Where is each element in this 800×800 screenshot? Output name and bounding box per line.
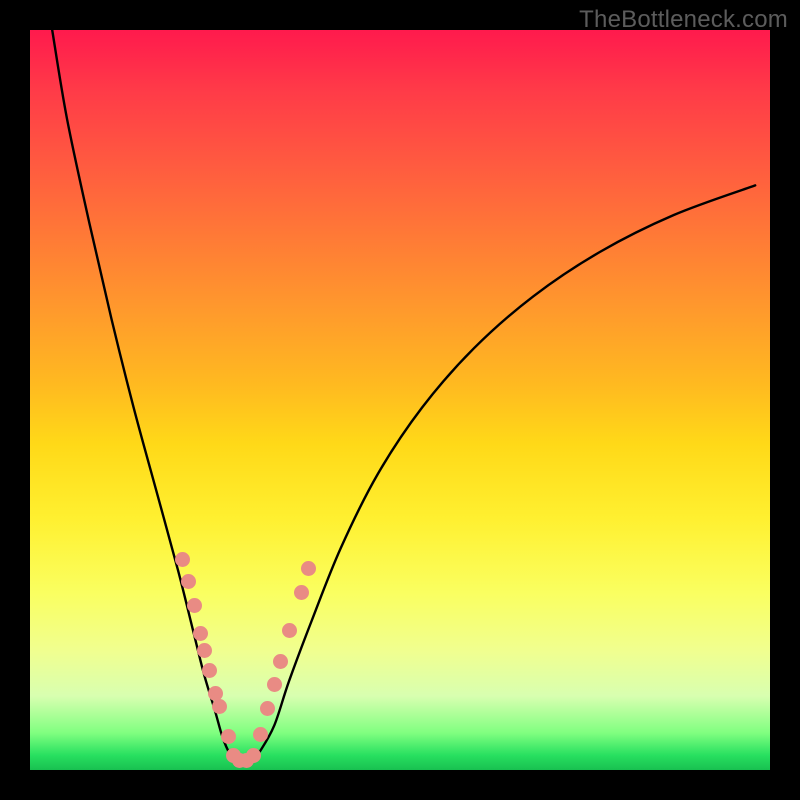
data-marker [267,677,282,692]
data-marker [221,729,236,744]
data-marker [282,623,297,638]
data-marker [197,643,212,658]
data-marker [212,699,227,714]
data-marker [175,552,190,567]
data-marker [202,663,217,678]
data-marker [260,701,275,716]
data-marker [253,727,268,742]
data-marker [273,654,288,669]
data-marker [294,585,309,600]
marker-layer [30,30,770,770]
data-marker [181,574,196,589]
plot-area [30,30,770,770]
data-marker [193,626,208,641]
data-marker [246,748,261,763]
chart-frame: TheBottleneck.com [0,0,800,800]
data-marker [301,561,316,576]
data-marker [187,598,202,613]
